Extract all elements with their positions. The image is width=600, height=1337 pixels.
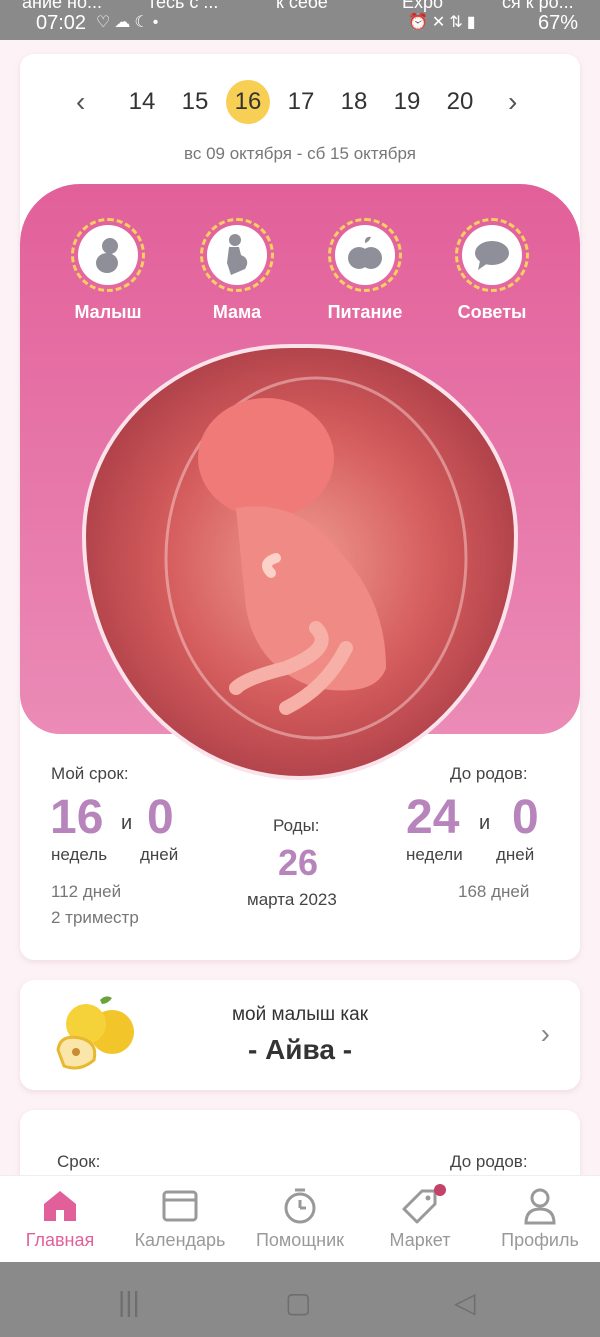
nav-assistant[interactable]: Помощник bbox=[240, 1176, 360, 1263]
category-label: Мама bbox=[212, 302, 262, 322]
bottom-navigation: Главная Календарь Помощник Маркет Профил… bbox=[0, 1175, 600, 1262]
week-card: ‹ 14 15 16 17 18 19 20 › вс 09 октября -… bbox=[20, 54, 580, 960]
category-label: Малыш bbox=[74, 302, 142, 322]
birth-month-year: марта 2023 bbox=[247, 890, 337, 909]
days-value: 0 bbox=[147, 791, 174, 844]
category-label: Питание bbox=[327, 302, 403, 322]
status-bar: ание но... тесь с ... к себе Expo ся к р… bbox=[0, 0, 600, 40]
notification-dot bbox=[434, 1184, 446, 1196]
until-birth-label: До родов: bbox=[450, 1152, 528, 1171]
profile-icon bbox=[520, 1186, 560, 1226]
fruit-title: мой малыш как bbox=[231, 1004, 369, 1025]
remaining-weeks-unit: недели bbox=[406, 845, 463, 864]
term-label: Срок: bbox=[57, 1152, 101, 1171]
my-term-label: Мой срок: bbox=[51, 764, 129, 783]
total-days: 112 дней bbox=[51, 882, 122, 901]
recent-apps-icon[interactable]: ||| bbox=[118, 1286, 140, 1318]
home-button-icon[interactable]: ▢ bbox=[285, 1286, 311, 1319]
home-icon bbox=[40, 1186, 80, 1226]
prev-week-icon[interactable]: ‹ bbox=[76, 86, 85, 118]
notification-ticker: ание но... тесь с ... к себе Expo ся к р… bbox=[0, 0, 600, 12]
trimester: 2 триместр bbox=[51, 908, 139, 927]
week-20[interactable]: 20 bbox=[438, 80, 482, 124]
remaining-days-unit: дней bbox=[496, 845, 535, 864]
baby-icon bbox=[78, 225, 138, 285]
days-unit: дней bbox=[140, 845, 179, 864]
remaining-days: 0 bbox=[512, 791, 539, 844]
category-baby[interactable]: Малыш bbox=[53, 218, 163, 323]
remaining-weeks: 24 bbox=[406, 791, 460, 844]
nav-market[interactable]: Маркет bbox=[360, 1176, 480, 1263]
nav-label: Календарь bbox=[134, 1230, 226, 1250]
status-icons-left: ♡☁☾• bbox=[96, 14, 163, 31]
pregnancy-stats: Мой срок: 16 и 0 недель дней 112 дней 2 … bbox=[20, 754, 580, 954]
week-selector: ‹ 14 15 16 17 18 19 20 › bbox=[20, 76, 580, 126]
weeks-unit: недель bbox=[51, 845, 108, 864]
week-date-range: вс 09 октября - сб 15 октября bbox=[184, 144, 416, 163]
fruit-name: - Айва - bbox=[247, 1034, 353, 1065]
weeks-value: 16 bbox=[50, 791, 104, 844]
week-18[interactable]: 18 bbox=[332, 80, 376, 124]
timer-icon bbox=[280, 1186, 320, 1226]
nav-home[interactable]: Главная bbox=[0, 1176, 120, 1263]
fruit-size-card[interactable]: мой малыш как - Айва - › bbox=[20, 980, 580, 1090]
category-tips[interactable]: Советы bbox=[437, 218, 547, 323]
battery-level: 67% bbox=[537, 12, 578, 34]
nav-label: Профиль bbox=[501, 1230, 579, 1250]
week-19[interactable]: 19 bbox=[385, 80, 429, 124]
and-text: и bbox=[479, 812, 491, 834]
pregnant-woman-icon bbox=[207, 225, 267, 285]
week-15[interactable]: 15 bbox=[173, 80, 217, 124]
and-text: и bbox=[121, 812, 133, 834]
next-week-icon[interactable]: › bbox=[508, 86, 517, 118]
notification-text: к себе bbox=[276, 0, 328, 12]
category-nutrition[interactable]: Питание bbox=[310, 218, 420, 323]
speech-bubble-icon bbox=[462, 225, 522, 285]
clock: 07:02 bbox=[36, 12, 87, 34]
nav-profile[interactable]: Профиль bbox=[480, 1176, 600, 1263]
apple-icon bbox=[335, 225, 395, 285]
back-icon[interactable]: ◁ bbox=[454, 1286, 476, 1319]
nav-label: Маркет bbox=[389, 1230, 451, 1250]
system-navigation-bar: ||| ▢ ◁ bbox=[0, 1262, 600, 1337]
calendar-icon bbox=[160, 1186, 200, 1226]
nav-calendar[interactable]: Календарь bbox=[120, 1176, 240, 1263]
remaining-total-days: 168 дней bbox=[458, 882, 530, 901]
birth-label: Роды: bbox=[273, 816, 320, 835]
status-icons-right: ⏰✕⇅▮ bbox=[408, 14, 480, 31]
category-label: Советы bbox=[457, 302, 527, 322]
chevron-right-icon[interactable]: › bbox=[541, 1018, 550, 1050]
week-14[interactable]: 14 bbox=[120, 80, 164, 124]
birth-day: 26 bbox=[278, 842, 319, 883]
category-mom[interactable]: Мама bbox=[182, 218, 292, 323]
week-17[interactable]: 17 bbox=[279, 80, 323, 124]
week-16-active[interactable]: 16 bbox=[226, 80, 270, 124]
nav-label: Помощник bbox=[255, 1230, 344, 1250]
until-birth-label: До родов: bbox=[450, 764, 528, 783]
nav-label: Главная bbox=[25, 1230, 95, 1250]
